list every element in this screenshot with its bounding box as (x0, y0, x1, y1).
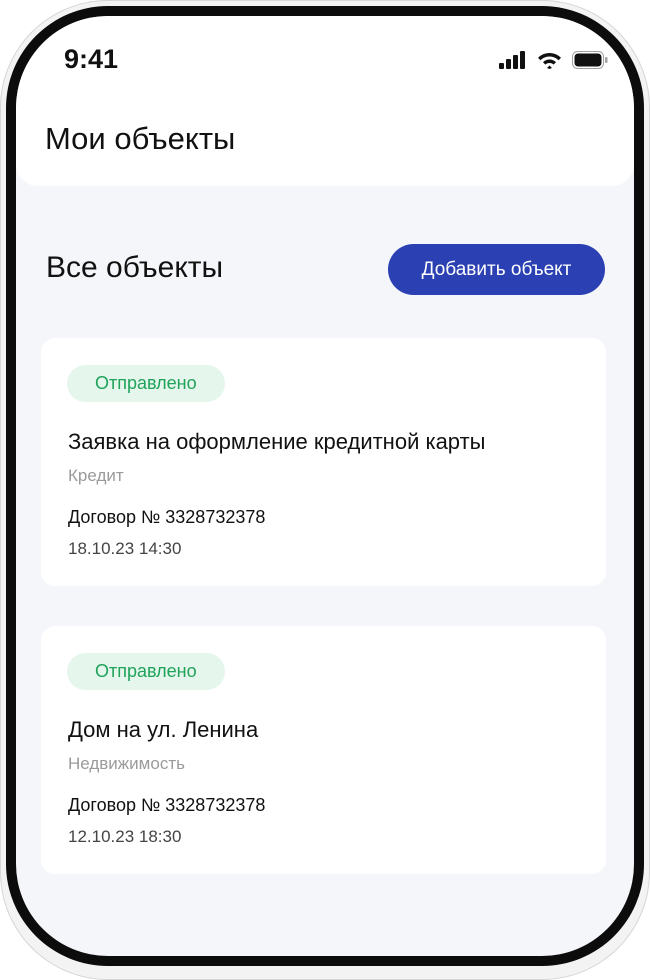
wifi-icon (538, 53, 561, 69)
contract-number: Договор № 3328732378 (68, 507, 266, 527)
battery-icon (572, 50, 608, 69)
cellular-signal-icon (499, 50, 525, 69)
object-card[interactable]: Отправлено Дом на ул. Ленина Недвижимост… (41, 626, 606, 874)
contract-number: Договор № 3328732378 (68, 795, 266, 815)
screen: 9:41 Мои объекты Все объекты Добавить об… (16, 16, 634, 956)
object-title: Дом на ул. Ленина (68, 717, 259, 742)
status-icons (499, 50, 608, 69)
app-header: 9:41 Мои объекты (16, 16, 634, 186)
object-card[interactable]: Отправлено Заявка на оформление кредитно… (41, 338, 606, 586)
status-time: 9:41 (64, 44, 119, 74)
object-category: Кредит (68, 466, 124, 485)
section-title: Все объекты (46, 251, 224, 284)
status-badge: Отправлено (67, 653, 225, 690)
object-datetime: 12.10.23 18:30 (68, 827, 182, 846)
object-title: Заявка на оформление кредитной карты (68, 429, 486, 454)
add-object-button[interactable]: Добавить объект (388, 244, 605, 295)
status-badge: Отправлено (67, 365, 225, 402)
object-category: Недвижимость (68, 754, 185, 773)
object-datetime: 18.10.23 14:30 (68, 539, 182, 558)
page-title: Мои объекты (45, 121, 236, 156)
